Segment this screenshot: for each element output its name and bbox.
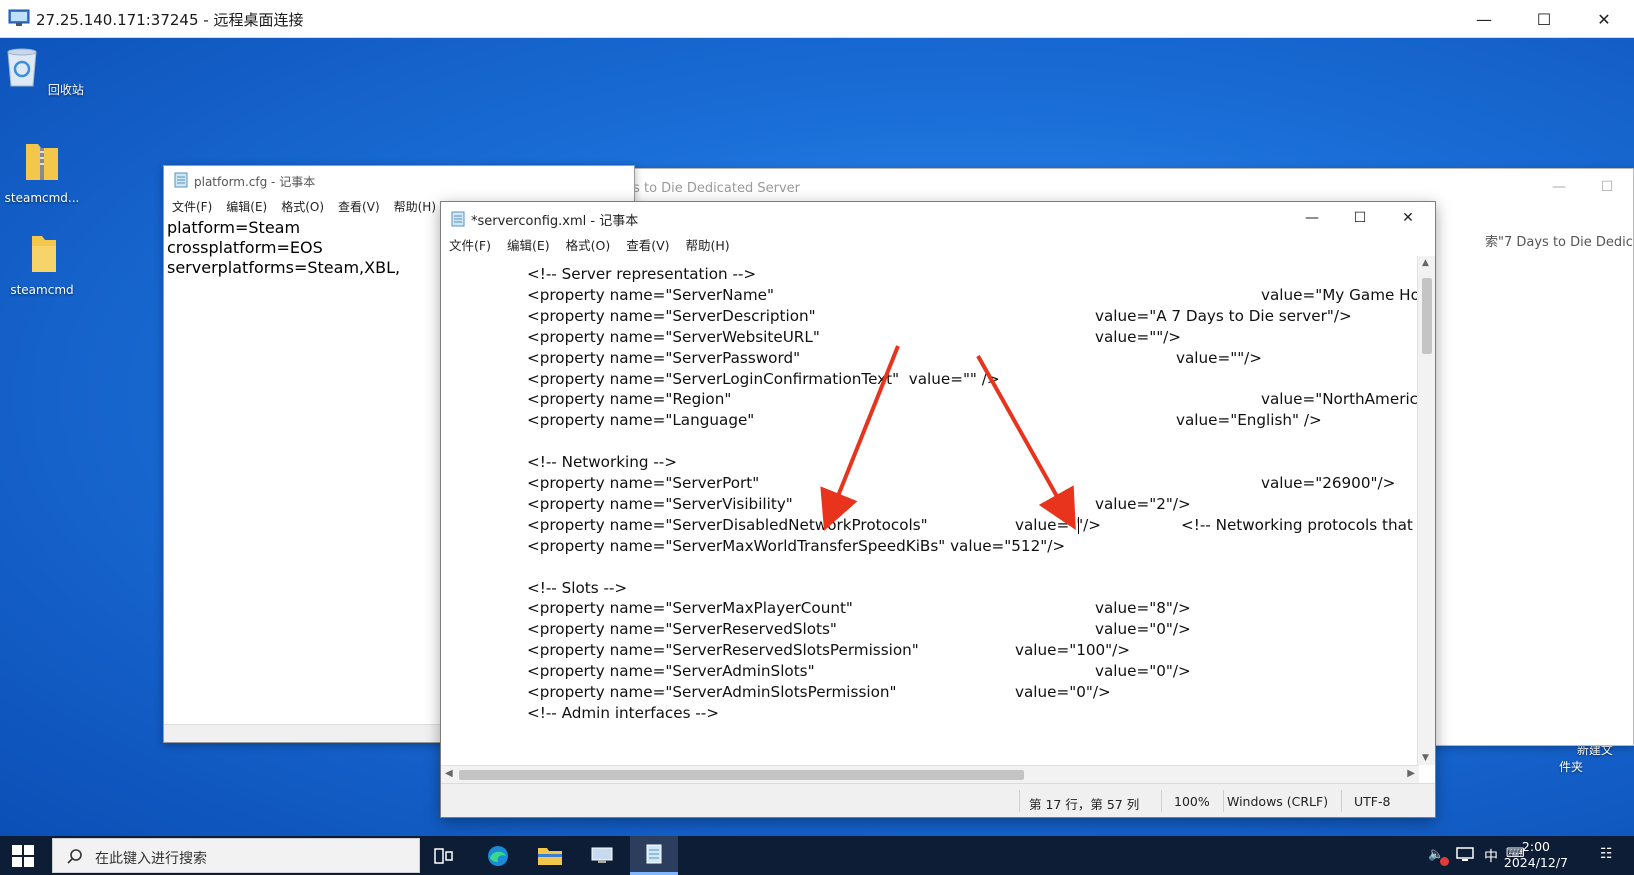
- remote-desktop-icon: [591, 847, 613, 863]
- search-icon: [67, 849, 82, 864]
- file-explorer-icon: [538, 847, 562, 865]
- taskbar: 在此键入进行搜索 🔈 中 ⌨ 2:00 2024/12/7 ☷: [0, 836, 1634, 875]
- taskbar-search-box[interactable]: 在此键入进行搜索: [52, 838, 420, 873]
- red-arrow-icon: [976, 355, 1076, 530]
- rdp-minimize-button[interactable]: —: [1454, 0, 1514, 38]
- network-icon[interactable]: [1456, 847, 1474, 863]
- ime-indicator[interactable]: 中: [1484, 846, 1498, 866]
- rdp-window-title: 27.25.140.171:37245 - 远程桌面连接: [36, 11, 304, 29]
- clock-time: 2:00: [1521, 839, 1550, 854]
- warning-badge-icon: [1440, 857, 1449, 866]
- taskbar-edge-button[interactable]: [474, 836, 522, 875]
- taskbar-remote-app-button[interactable]: [578, 836, 626, 875]
- taskbar-clock[interactable]: 2:00 2024/12/7: [1504, 839, 1568, 871]
- task-view-button[interactable]: [420, 836, 468, 875]
- windows-start-icon[interactable]: [12, 845, 34, 867]
- taskbar-notepad-button[interactable]: [630, 836, 678, 875]
- remote-desktop-icon: [8, 9, 30, 26]
- clock-date: 2024/12/7: [1503, 855, 1568, 870]
- taskbar-file-explorer-button[interactable]: [526, 836, 574, 875]
- desktop: 回收站 steamcmd... steamcmd 新建文件夹 7 Days to…: [0, 38, 1634, 836]
- annotation-arrows: [820, 345, 1076, 531]
- notepad-icon: [646, 844, 662, 864]
- rdp-maximize-button[interactable]: ☐: [1514, 0, 1574, 38]
- rdp-titlebar: 27.25.140.171:37245 - 远程桌面连接 — ☐ ✕: [0, 0, 1634, 38]
- edge-browser-icon: [488, 845, 508, 866]
- notification-icon[interactable]: ☷: [1600, 846, 1613, 862]
- rdp-close-button[interactable]: ✕: [1574, 0, 1634, 38]
- red-arrow-icon: [820, 345, 900, 531]
- taskbar-search-placeholder: 在此键入进行搜索: [95, 851, 207, 867]
- task-view-icon: [434, 847, 453, 864]
